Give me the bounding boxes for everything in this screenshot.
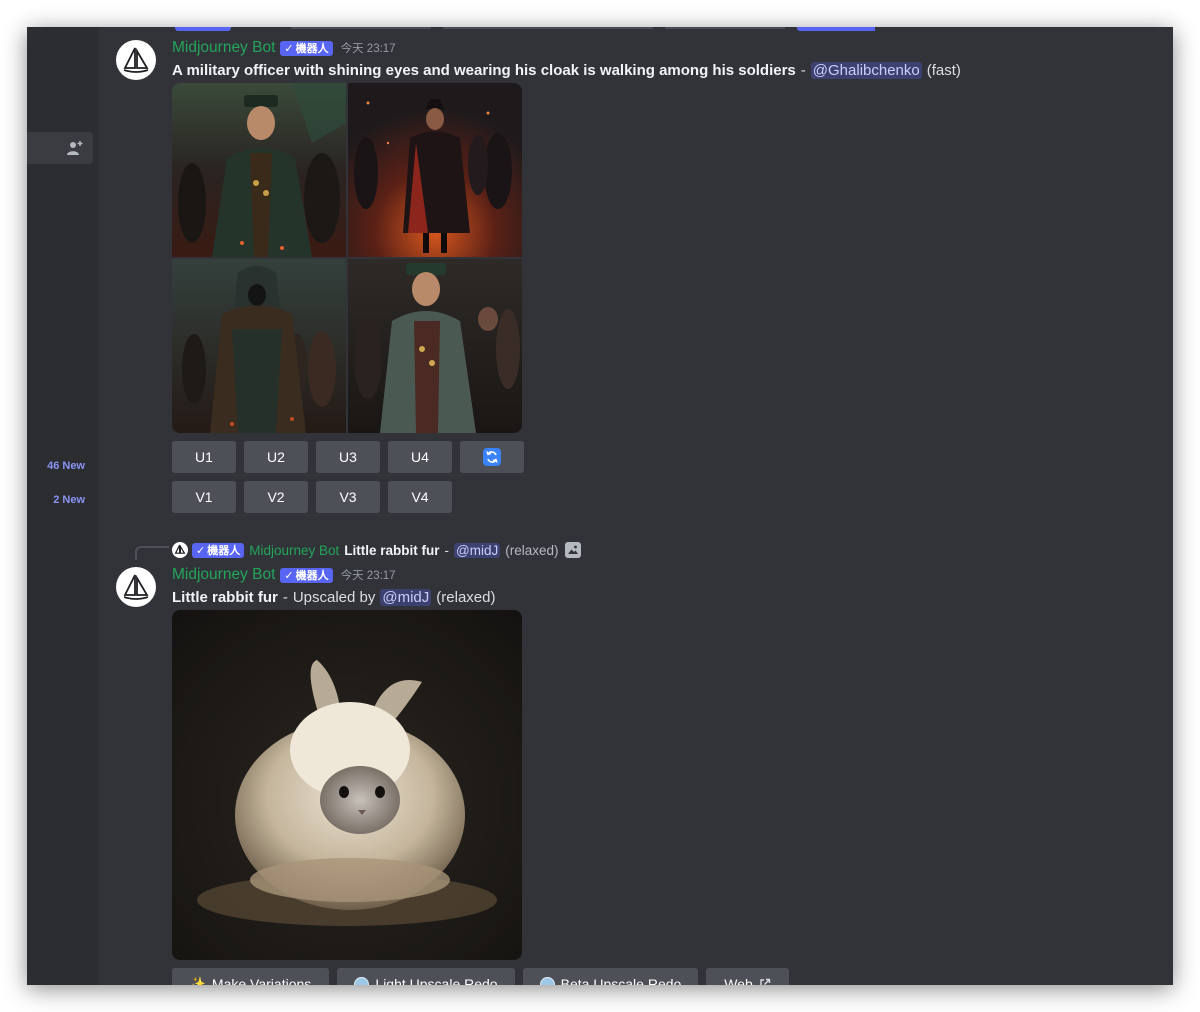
username[interactable]: Midjourney Bot: [172, 566, 275, 584]
new-messages-badge[interactable]: 46 New: [47, 460, 85, 472]
sparkle-icon: ✨: [189, 976, 206, 985]
mode-label: (relaxed): [505, 542, 559, 558]
web-link-button[interactable]: Web: [706, 968, 789, 985]
sailboat-icon: [123, 574, 149, 600]
discord-window: 46 New 2 New Midjourney Bot ✓ 機器人 今天 23:1…: [27, 27, 1173, 985]
midjourney-mini-avatar: [172, 542, 188, 558]
image-grid[interactable]: [172, 83, 522, 433]
chat-area: Midjourney Bot ✓ 機器人 今天 23:17 A military …: [99, 27, 1173, 985]
make-variations-button[interactable]: ✨ Make Variations: [172, 968, 329, 985]
timestamp: 今天 23:17: [340, 570, 396, 582]
add-member-icon: [67, 141, 83, 155]
sailboat-icon: [123, 47, 149, 73]
message-header: Midjourney Bot ✓ 機器人 今天 23:17: [172, 565, 396, 585]
checkmark-icon: ✓: [196, 544, 206, 557]
magnifier-icon: [539, 976, 555, 985]
username[interactable]: Midjourney Bot: [172, 39, 275, 57]
magnifier-icon: [354, 976, 370, 985]
add-member-button[interactable]: [27, 132, 93, 164]
reply-username[interactable]: Midjourney Bot: [249, 543, 339, 558]
mode-label: (relaxed): [436, 588, 496, 606]
upscaled-by-label: Upscaled by: [292, 588, 376, 606]
external-link-icon: [760, 978, 770, 985]
mode-label: (fast): [926, 61, 961, 79]
grid-image-4[interactable]: [348, 259, 522, 433]
midjourney-avatar[interactable]: [116, 567, 156, 607]
light-upscale-redo-button[interactable]: Light Upscale Redo: [337, 968, 515, 985]
variation-1-button[interactable]: V1: [172, 481, 236, 513]
reroll-button[interactable]: [460, 441, 524, 473]
bot-tag: ✓ 機器人: [280, 567, 333, 583]
upscale-1-button[interactable]: U1: [172, 441, 236, 473]
prompt-text: A military officer with shining eyes and…: [172, 61, 796, 79]
beta-upscale-redo-button[interactable]: Beta Upscale Redo: [523, 968, 698, 985]
upscale-3-button[interactable]: U3: [316, 441, 380, 473]
timestamp: 今天 23:17: [340, 43, 396, 55]
variation-4-button[interactable]: V4: [388, 481, 452, 513]
upscale-2-button[interactable]: U2: [244, 441, 308, 473]
bot-tag: ✓ 機器人: [192, 542, 245, 558]
reply-reference[interactable]: ✓ 機器人 Midjourney Bot Little rabbit fur - …: [172, 540, 581, 560]
image-icon: [564, 542, 581, 558]
message-header: Midjourney Bot ✓ 機器人 今天 23:17: [172, 38, 396, 58]
sailboat-icon: [174, 544, 186, 554]
upscaled-rabbit-image[interactable]: [172, 610, 522, 960]
upscale-4-button[interactable]: U4: [388, 441, 452, 473]
user-mention[interactable]: @midJ: [454, 542, 501, 558]
refresh-icon: [483, 448, 501, 466]
channel-sidebar: 46 New 2 New: [27, 27, 99, 985]
previous-message-cutoff: [175, 27, 875, 31]
midjourney-avatar[interactable]: [116, 40, 156, 80]
user-mention[interactable]: @Ghalibchenko: [810, 61, 922, 79]
bot-tag: ✓ 機器人: [280, 40, 333, 56]
grid-image-2[interactable]: [348, 83, 522, 257]
checkmark-icon: ✓: [284, 569, 294, 582]
message-content: Little rabbit fur - Upscaled by @midJ (r…: [172, 588, 496, 606]
user-mention[interactable]: @midJ: [380, 588, 432, 606]
grid-image-1[interactable]: [172, 83, 346, 257]
reply-prompt: Little rabbit fur: [344, 542, 440, 558]
prompt-text: Little rabbit fur: [172, 588, 278, 606]
grid-image-3[interactable]: [172, 259, 346, 433]
new-messages-badge[interactable]: 2 New: [53, 494, 85, 506]
variation-2-button[interactable]: V2: [244, 481, 308, 513]
variation-3-button[interactable]: V3: [316, 481, 380, 513]
checkmark-icon: ✓: [284, 42, 294, 55]
reply-connector: [135, 546, 169, 560]
message-content: A military officer with shining eyes and…: [172, 61, 961, 79]
